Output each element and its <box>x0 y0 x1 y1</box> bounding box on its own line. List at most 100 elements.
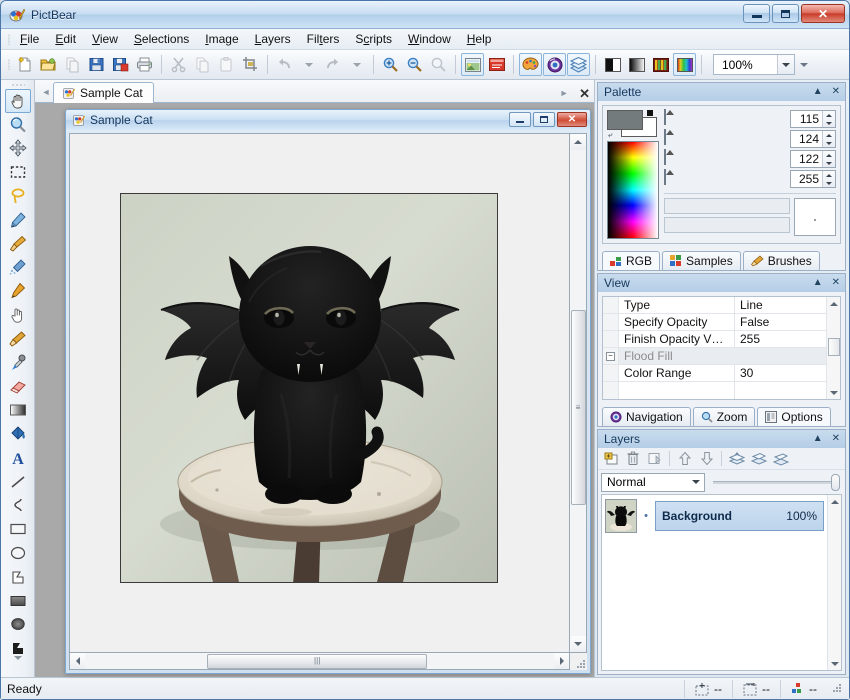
tool-palette-grip[interactable] <box>8 82 28 89</box>
view-collapse-icon[interactable]: ▲ <box>813 278 823 288</box>
paste-icon[interactable] <box>215 53 238 76</box>
property-row[interactable]: Type Line <box>603 297 826 314</box>
document-tab-sample-cat[interactable]: Sample Cat <box>53 82 154 103</box>
property-group-row[interactable]: − Flood Fill <box>603 348 826 365</box>
save-as-icon[interactable] <box>109 53 132 76</box>
property-value[interactable]: False <box>735 314 826 330</box>
scroll-down-icon[interactable] <box>830 657 839 670</box>
secondary-color-field[interactable] <box>664 217 790 233</box>
tab-rgb[interactable]: RGB <box>602 251 661 270</box>
property-row[interactable]: Specify Opacity False <box>603 314 826 331</box>
tool-move[interactable] <box>5 137 31 161</box>
merge-visible-icon[interactable] <box>748 449 769 469</box>
move-layer-down-icon[interactable] <box>696 449 717 469</box>
property-value[interactable]: 30 <box>735 365 826 381</box>
vertical-scroll-thumb[interactable]: ≡ <box>570 310 586 505</box>
print-icon[interactable] <box>133 53 156 76</box>
properties-scrollbar[interactable] <box>826 297 840 399</box>
opacity-slider-knob[interactable] <box>831 473 840 491</box>
foreground-background-swatches[interactable]: ⤶ <box>607 110 659 139</box>
tab-scroll-left-icon[interactable]: ◄ <box>39 82 53 102</box>
delete-layer-icon[interactable] <box>622 449 643 469</box>
scroll-up-icon[interactable] <box>829 297 838 310</box>
menu-layers[interactable]: Layers <box>247 30 299 48</box>
zoom-level-combobox[interactable]: 100% <box>713 54 795 75</box>
tool-eyedropper[interactable] <box>5 351 31 375</box>
redo-icon[interactable] <box>321 53 344 76</box>
tool-rect-select[interactable] <box>5 160 31 184</box>
image-window-icon[interactable] <box>461 53 484 76</box>
tool-polygon[interactable] <box>5 565 31 589</box>
red-spin-down[interactable] <box>823 119 835 127</box>
menu-help[interactable]: Help <box>459 30 500 48</box>
property-value[interactable]: 255 <box>735 331 826 347</box>
property-gutter[interactable]: − <box>603 348 619 364</box>
copy-icon[interactable] <box>191 53 214 76</box>
horizontal-scroll-thumb[interactable]: ||| <box>206 653 428 669</box>
zoom-in-icon[interactable] <box>379 53 402 76</box>
tool-marker-pen[interactable] <box>5 279 31 303</box>
red-window-icon[interactable] <box>485 53 508 76</box>
crop-icon[interactable] <box>239 53 262 76</box>
view-close-icon[interactable]: ✕ <box>832 278 840 288</box>
save-icon[interactable] <box>85 53 108 76</box>
resize-grip[interactable] <box>570 653 587 670</box>
chevron-down-icon[interactable] <box>688 475 703 490</box>
layer-visibility-icon[interactable]: • <box>640 510 652 522</box>
tool-magnifier[interactable] <box>5 113 31 137</box>
scroll-down-icon[interactable] <box>829 386 838 399</box>
tool-ellipse[interactable] <box>5 541 31 565</box>
menu-file[interactable]: File <box>12 30 47 48</box>
merge-down-icon[interactable] <box>726 449 747 469</box>
canvas-vertical-scrollbar[interactable]: ≡ <box>570 133 587 653</box>
cut-scissors-icon[interactable] <box>167 53 190 76</box>
green-spin-down[interactable] <box>823 139 835 147</box>
hex-color-field[interactable] <box>664 198 790 214</box>
minimize-button[interactable] <box>743 4 770 23</box>
tab-options[interactable]: Options <box>757 407 831 426</box>
layers-collapse-icon[interactable]: ▲ <box>813 434 823 444</box>
alpha-value-spinner[interactable]: 255 <box>790 170 836 188</box>
tab-navigation[interactable]: Navigation <box>602 407 691 426</box>
status-resize-grip[interactable] <box>831 682 845 696</box>
navigation-icon[interactable] <box>543 53 566 76</box>
child-close-button[interactable]: ✕ <box>557 112 587 127</box>
add-layer-icon[interactable] <box>600 449 621 469</box>
foreground-color-swatch[interactable] <box>607 110 643 130</box>
color-field-picker[interactable] <box>607 141 659 239</box>
alpha-spin-up[interactable] <box>823 171 835 179</box>
zoom-actual-icon[interactable] <box>427 53 450 76</box>
tool-filled-rect[interactable] <box>5 589 31 613</box>
undo-dropdown-icon[interactable] <box>297 53 320 76</box>
property-row[interactable]: Color Range 30 <box>603 365 826 382</box>
samples-icon[interactable] <box>649 53 672 76</box>
tool-line[interactable] <box>5 470 31 494</box>
menu-selections[interactable]: Selections <box>126 30 197 48</box>
image-canvas[interactable] <box>120 193 498 583</box>
flatten-icon[interactable] <box>770 449 791 469</box>
green-value-spinner[interactable]: 124 <box>790 130 836 148</box>
halftone-icon[interactable] <box>601 53 624 76</box>
alpha-spin-down[interactable] <box>823 179 835 187</box>
scroll-left-icon[interactable] <box>70 653 85 669</box>
menu-filters[interactable]: Filters <box>299 30 348 48</box>
toolbar-grip[interactable] <box>5 57 12 72</box>
horizontal-scroll-track[interactable]: ||| <box>85 653 554 669</box>
tab-scroll-right-icon[interactable]: ► <box>557 83 571 103</box>
maximize-button[interactable] <box>772 4 799 23</box>
palette-collapse-icon[interactable]: ▲ <box>813 87 823 97</box>
move-layer-up-icon[interactable] <box>674 449 695 469</box>
tool-blur-brush[interactable] <box>5 327 31 351</box>
tool-paint-bucket[interactable] <box>5 422 31 446</box>
scroll-right-icon[interactable] <box>554 653 569 669</box>
blend-mode-select[interactable]: Normal <box>601 472 705 492</box>
palette-icon[interactable] <box>519 53 542 76</box>
green-spin-up[interactable] <box>823 131 835 139</box>
blue-value-spinner[interactable]: 122 <box>790 150 836 168</box>
menu-view[interactable]: View <box>84 30 126 48</box>
tab-brushes[interactable]: Brushes <box>742 251 820 270</box>
tab-zoom[interactable]: Zoom <box>692 407 756 426</box>
tool-filled-ellipse[interactable] <box>5 612 31 636</box>
tool-rectangle[interactable] <box>5 517 31 541</box>
menu-edit[interactable]: Edit <box>47 30 84 48</box>
